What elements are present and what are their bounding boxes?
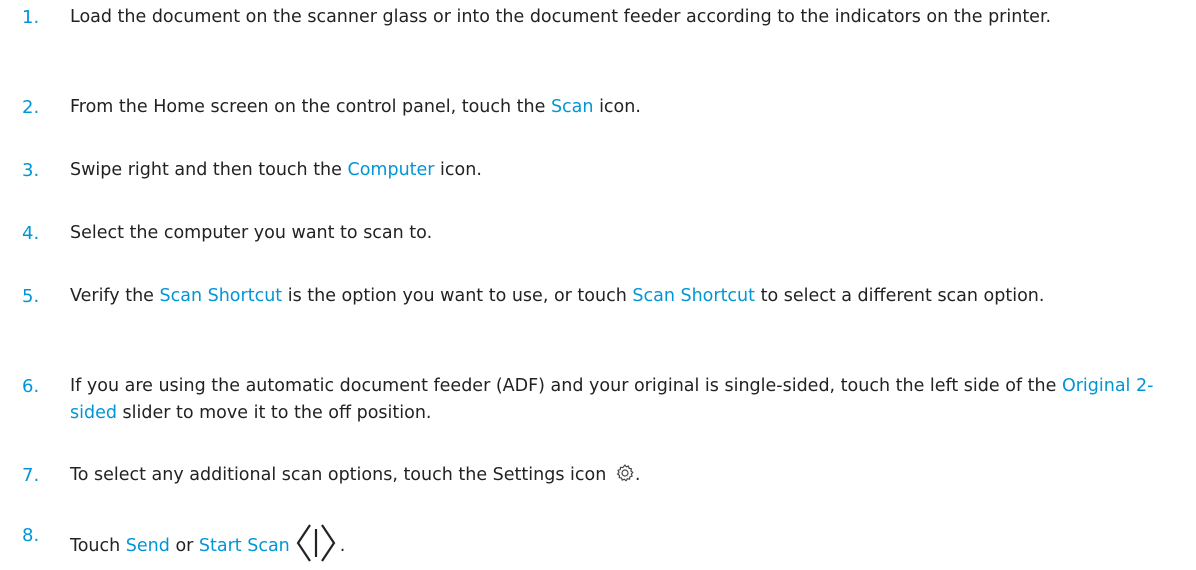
step-text: Load the document on the scanner glass o… xyxy=(70,7,1052,27)
step-number: 2. xyxy=(22,97,40,118)
step-text: Verify the Scan Shortcut is the option y… xyxy=(70,283,1170,310)
start-diamond-icon xyxy=(296,524,336,562)
settings-gear-icon xyxy=(616,464,634,482)
step-text-part: . xyxy=(634,465,641,485)
step-number: 1. xyxy=(22,7,40,28)
step-text: To select any additional scan options, t… xyxy=(70,462,1170,489)
scan-shortcut-link[interactable]: Scan Shortcut xyxy=(632,286,755,306)
step-text-part: to select a different scan option. xyxy=(755,286,1045,306)
step-text-part: icon. xyxy=(593,97,641,117)
step-number: 7. xyxy=(22,465,40,486)
step-number: 4. xyxy=(22,223,40,244)
step-text: Select the computer you want to scan to. xyxy=(70,223,433,243)
send-link[interactable]: Send xyxy=(126,536,170,556)
step-number: 3. xyxy=(22,160,40,181)
step-number: 5. xyxy=(22,286,40,307)
step-number: 8. xyxy=(22,525,40,546)
step-text: From the Home screen on the control pane… xyxy=(70,94,1170,121)
step-text-part: If you are using the automatic document … xyxy=(70,376,1062,396)
step-text-part: Verify the xyxy=(70,286,160,306)
step-text-part: icon. xyxy=(434,160,482,180)
step-text: Touch Send or Start Scan . xyxy=(70,522,1170,570)
step-number: 6. xyxy=(22,376,40,397)
step-text: If you are using the automatic document … xyxy=(70,373,1170,427)
step-text-part: Touch xyxy=(70,536,126,556)
scan-link[interactable]: Scan xyxy=(551,97,594,117)
start-scan-link[interactable]: Start Scan xyxy=(199,536,290,556)
scan-shortcut-link[interactable]: Scan Shortcut xyxy=(160,286,283,306)
step-text-part: From the Home screen on the control pane… xyxy=(70,97,551,117)
step-text: Swipe right and then touch the Computer … xyxy=(70,157,1170,184)
step-text-part: slider to move it to the off position. xyxy=(116,403,432,423)
step-text-part: or xyxy=(169,536,199,556)
step-text-part: To select any additional scan options, t… xyxy=(70,465,612,485)
step-text-part: is the option you want to use, or touch xyxy=(282,286,633,306)
computer-link[interactable]: Computer xyxy=(347,160,434,180)
step-text-part: . xyxy=(339,536,346,556)
step-text-part: Swipe right and then touch the xyxy=(70,160,348,180)
